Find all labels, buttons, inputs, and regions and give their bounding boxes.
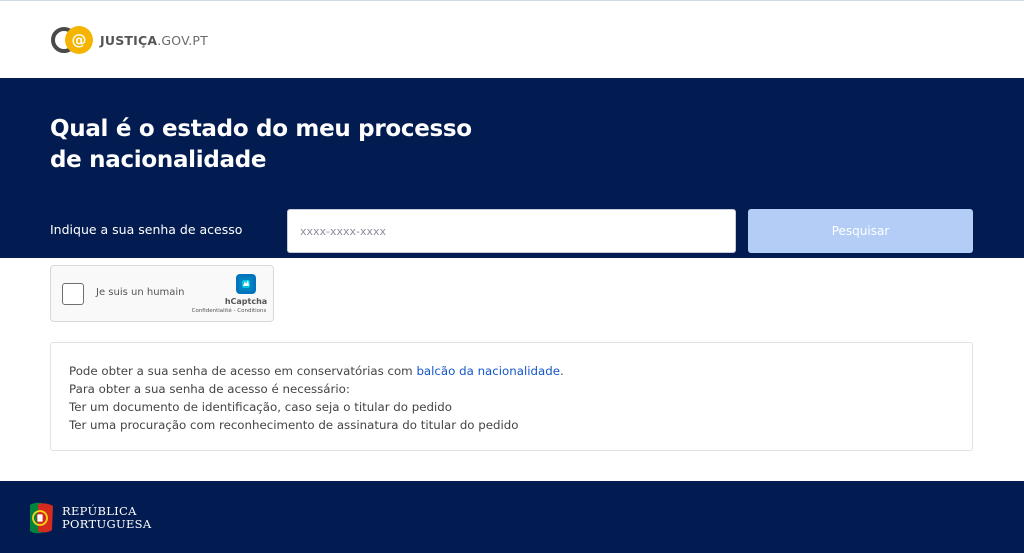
info-line-3: Ter um documento de identificação, caso …: [69, 400, 452, 414]
hcaptcha-name: hCaptcha: [224, 297, 268, 306]
republica-portuguesa-emblem-icon: [30, 502, 53, 534]
human-checkbox-label: Je suis un humain: [96, 287, 185, 298]
logo-text: JUSTIÇA.GOV.PT: [100, 33, 208, 48]
info-line-4: Ter uma procuração com reconhecimento de…: [69, 418, 519, 432]
hcaptcha-links: Confidentialité - Conditions: [189, 308, 269, 314]
hcaptcha-logo-icon: [236, 274, 256, 294]
footer-line-2: PORTUGUESA: [62, 517, 152, 531]
access-code-label: Indique a sua senha de acesso: [50, 222, 243, 237]
site-header: @ JUSTIÇA.GOV.PT: [0, 1, 1024, 78]
info-line-1: Pode obter a sua senha de acesso em cons…: [69, 362, 954, 380]
hcaptcha-widget: Je suis un humain hCaptcha Confidentiali…: [50, 265, 274, 322]
republica-portuguesa-text: REPÚBLICA PORTUGUESA: [62, 505, 151, 531]
justica-logo-icon: @: [51, 26, 93, 54]
logo-brand: JUSTIÇA: [100, 32, 158, 48]
info-box: Pode obter a sua senha de acesso em cons…: [50, 342, 973, 451]
terms-link[interactable]: Conditions: [237, 308, 266, 314]
balcao-nacionalidade-link[interactable]: balcão da nacionalidade: [416, 364, 560, 378]
info-line-1-text: Pode obter a sua senha de acesso em cons…: [69, 364, 417, 378]
info-line-1-end: .: [560, 364, 564, 378]
hero-section: Qual é o estado do meu processo de nacio…: [0, 78, 1024, 258]
page-title: Qual é o estado do meu processo de nacio…: [50, 116, 472, 173]
logo-domain: .GOV.PT: [157, 32, 208, 48]
info-line-2: Para obter a sua senha de acesso é neces…: [69, 382, 350, 396]
site-footer: REPÚBLICA PORTUGUESA: [0, 481, 1024, 553]
human-checkbox[interactable]: [62, 283, 84, 305]
search-button[interactable]: Pesquisar: [748, 209, 973, 253]
justica-logo-link[interactable]: @ JUSTIÇA.GOV.PT: [50, 23, 208, 57]
svg-text:@: @: [72, 31, 87, 49]
privacy-link[interactable]: Confidentialité: [192, 308, 232, 314]
access-code-input[interactable]: [287, 209, 736, 253]
